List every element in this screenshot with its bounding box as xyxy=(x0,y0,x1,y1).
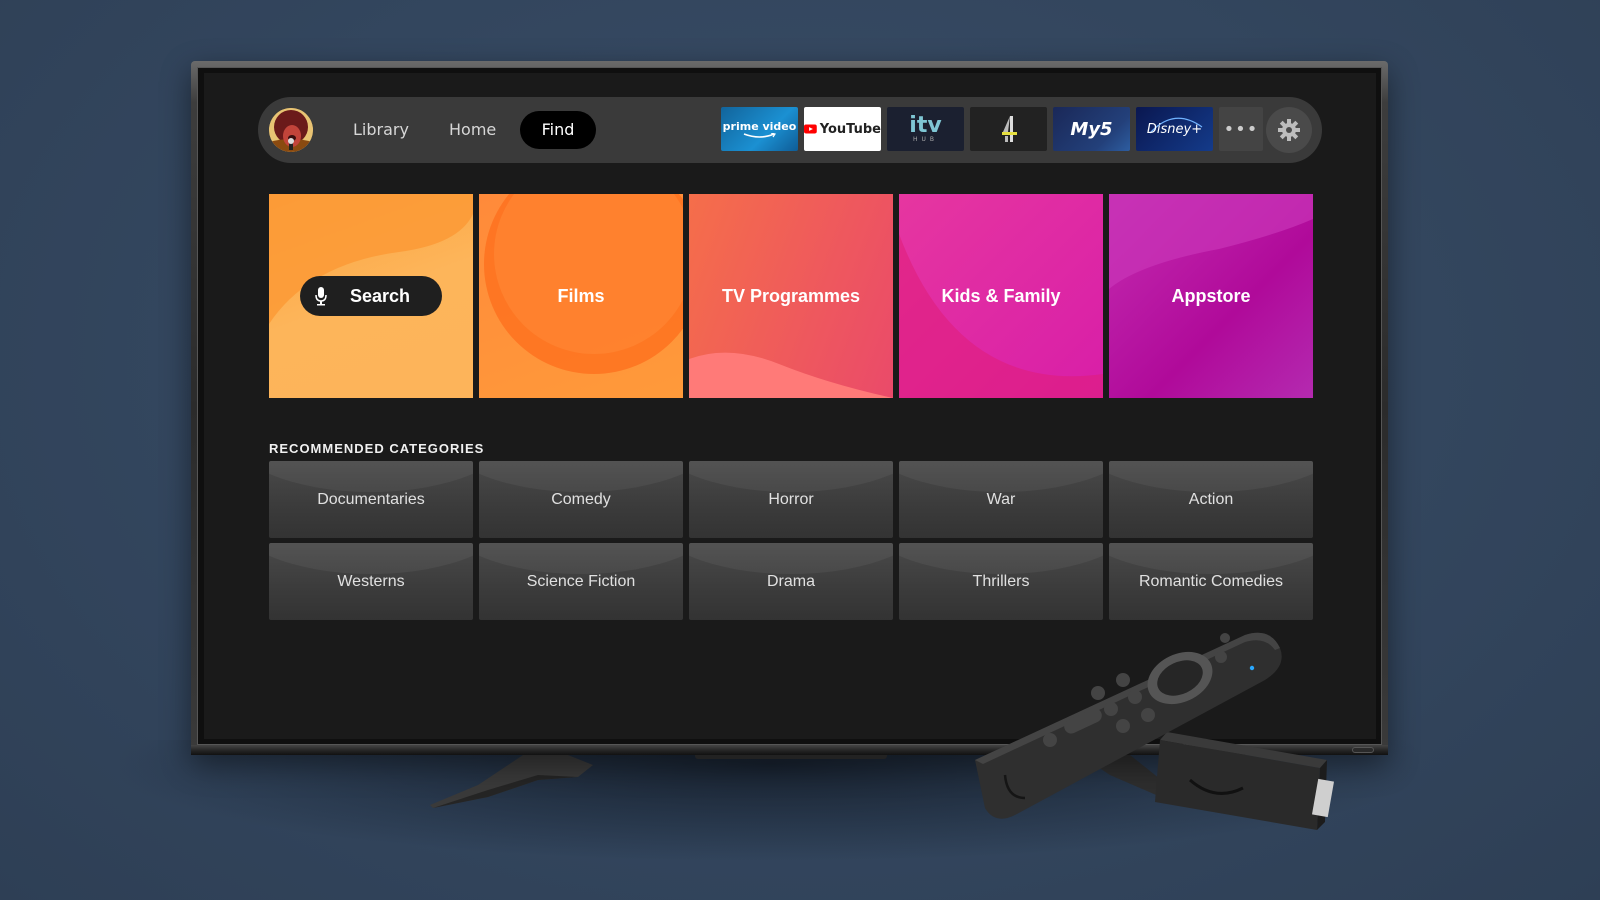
recommended-categories-heading: RECOMMENDED CATEGORIES xyxy=(269,441,485,456)
category-action[interactable]: Action xyxy=(1109,461,1313,538)
fire-tv-remote-and-stick xyxy=(975,632,1335,830)
category-label: Drama xyxy=(766,572,815,590)
nav-find[interactable]: Find xyxy=(520,111,596,149)
app-itv-label: itv xyxy=(909,112,942,138)
channel-4-logo-icon xyxy=(1001,116,1017,142)
tile-films-label: Films xyxy=(557,285,605,306)
category-science-fiction[interactable]: Science Fiction xyxy=(479,543,683,620)
tile-tv-label: TV Programmes xyxy=(721,285,861,306)
top-nav-bar: Library Home Find prime video YouTube it… xyxy=(258,97,1322,163)
tile-kids-family[interactable]: Kids & Family xyxy=(899,194,1103,398)
category-label: Romantic Comedies xyxy=(1138,572,1284,590)
app-shortcuts: prime video YouTube itv HUB My5 Disney+ … xyxy=(721,107,1263,151)
profile-avatar[interactable] xyxy=(269,108,313,152)
nav-library[interactable]: Library xyxy=(333,111,429,149)
tv-power-indicator xyxy=(1352,747,1374,753)
tile-search-label: Search xyxy=(350,285,411,306)
category-drama[interactable]: Drama xyxy=(689,543,893,620)
main-tiles: Search Films TV Programmes Kids & Family… xyxy=(269,194,1313,398)
category-label: Thrillers xyxy=(972,572,1030,590)
more-apps-button[interactable]: ••• xyxy=(1219,107,1263,151)
youtube-play-icon xyxy=(804,124,817,134)
tile-films[interactable]: Films xyxy=(479,194,683,398)
tile-appstore[interactable]: Appstore xyxy=(1109,194,1313,398)
category-grid: Documentaries Comedy Horror War Action W… xyxy=(269,461,1313,620)
amazon-smile-icon xyxy=(743,132,776,138)
category-label: War xyxy=(986,490,1016,508)
category-label: Documentaries xyxy=(317,490,425,508)
voice-search-pill[interactable]: Search xyxy=(300,276,442,316)
app-youtube[interactable]: YouTube xyxy=(804,107,881,151)
category-thrillers[interactable]: Thrillers xyxy=(899,543,1103,620)
nav-home[interactable]: Home xyxy=(429,111,516,149)
more-icon: ••• xyxy=(1223,118,1259,140)
category-label: Westerns xyxy=(337,572,405,590)
app-youtube-label: YouTube xyxy=(819,121,881,137)
category-label: Science Fiction xyxy=(526,572,636,590)
category-westerns[interactable]: Westerns xyxy=(269,543,473,620)
tile-appstore-label: Appstore xyxy=(1171,285,1251,306)
tv-stand-left xyxy=(430,755,593,808)
microphone-icon xyxy=(315,287,327,306)
category-horror[interactable]: Horror xyxy=(689,461,893,538)
app-prime-video-label: prime video xyxy=(722,119,797,133)
app-itv-sublabel: HUB xyxy=(912,135,939,143)
category-romantic-comedies[interactable]: Romantic Comedies xyxy=(1109,543,1313,620)
category-documentaries[interactable]: Documentaries xyxy=(269,461,473,538)
category-label: Comedy xyxy=(551,490,611,508)
gear-icon xyxy=(1278,119,1300,141)
tile-tv-programmes[interactable]: TV Programmes xyxy=(689,194,893,398)
category-war[interactable]: War xyxy=(899,461,1103,538)
category-label: Action xyxy=(1188,490,1234,508)
category-label: Horror xyxy=(768,490,814,508)
category-comedy[interactable]: Comedy xyxy=(479,461,683,538)
app-my5[interactable]: My5 xyxy=(1053,107,1130,151)
tile-kids-label: Kids & Family xyxy=(941,285,1061,306)
avatar-icon xyxy=(269,108,313,152)
app-my5-label: My5 xyxy=(1070,118,1113,140)
settings-button[interactable] xyxy=(1266,107,1312,153)
app-disney-plus[interactable]: Disney+ xyxy=(1136,107,1213,151)
app-prime-video[interactable]: prime video xyxy=(721,107,798,151)
tv-center-plate xyxy=(695,755,887,759)
app-channel-4[interactable] xyxy=(970,107,1047,151)
streaming-stick xyxy=(1155,732,1335,830)
tile-search[interactable]: Search xyxy=(269,194,473,398)
app-itv-hub[interactable]: itv HUB xyxy=(887,107,964,151)
app-disney-label: Disney+ xyxy=(1146,121,1203,137)
